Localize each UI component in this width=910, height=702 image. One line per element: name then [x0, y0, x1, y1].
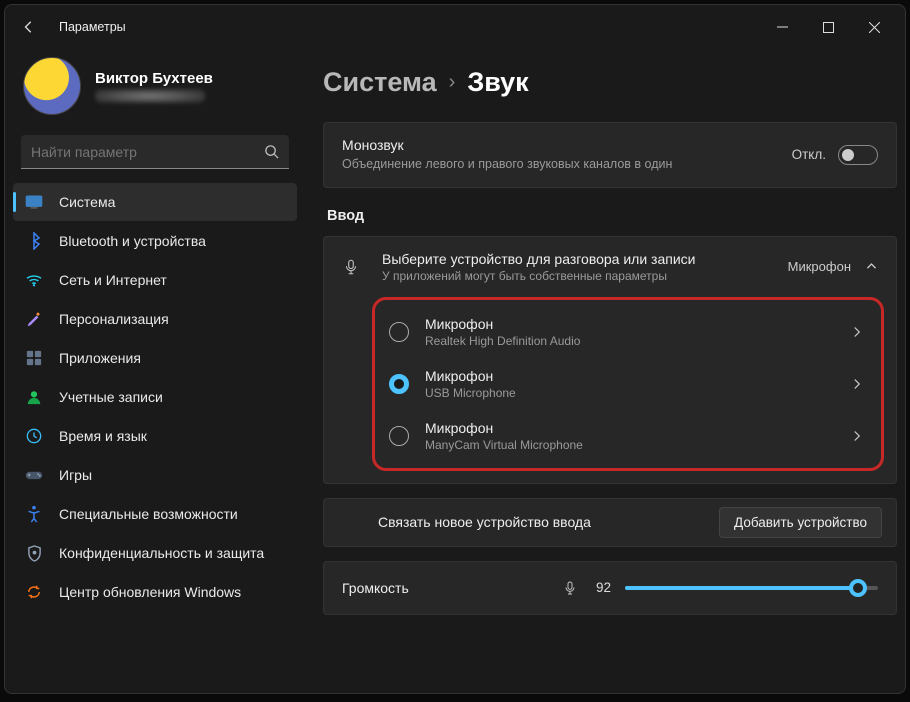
avatar [23, 57, 81, 115]
search-box[interactable] [21, 135, 289, 169]
device-radio[interactable] [389, 322, 409, 342]
sidebar-item-bluetooth[interactable]: Bluetooth и устройства [13, 222, 297, 260]
sidebar-item-time[interactable]: Время и язык [13, 417, 297, 455]
chevron-right-icon[interactable] [851, 326, 863, 338]
microphone-icon [342, 258, 364, 276]
network-icon [25, 271, 43, 289]
choose-input-title: Выберите устройство для разговора или за… [382, 251, 788, 267]
chevron-up-icon [865, 260, 878, 273]
sidebar-item-update[interactable]: Центр обновления Windows [13, 573, 297, 611]
volume-row: Громкость 92 [323, 561, 897, 615]
volume-label: Громкость [342, 580, 562, 596]
mono-audio-card: Монозвук Объединение левого и правого зв… [323, 122, 897, 188]
device-title: Микрофон [425, 420, 851, 436]
window-title: Параметры [59, 20, 126, 34]
bluetooth-icon [25, 232, 43, 250]
sidebar-item-label: Конфиденциальность и защита [59, 545, 264, 561]
privacy-icon [25, 544, 43, 562]
mono-desc: Объединение левого и правого звуковых ка… [342, 156, 682, 173]
maximize-button[interactable] [805, 11, 851, 43]
device-radio[interactable] [389, 374, 409, 394]
slider-thumb[interactable] [849, 579, 867, 597]
profile[interactable]: Виктор Бухтеев [13, 49, 297, 133]
choose-input-header[interactable]: Выберите устройство для разговора или за… [324, 237, 896, 297]
apps-icon [25, 349, 43, 367]
input-device-list: МикрофонRealtek High Definition AudioМик… [372, 297, 884, 471]
back-button[interactable] [13, 11, 45, 43]
sidebar-item-privacy[interactable]: Конфиденциальность и защита [13, 534, 297, 572]
sidebar-item-accounts[interactable]: Учетные записи [13, 378, 297, 416]
sidebar-item-apps[interactable]: Приложения [13, 339, 297, 377]
accessibility-icon [25, 505, 43, 523]
device-title: Микрофон [425, 368, 851, 384]
chevron-right-icon: › [449, 71, 456, 94]
mono-toggle[interactable] [838, 145, 878, 165]
sidebar-item-label: Игры [59, 467, 92, 483]
device-title: Микрофон [425, 316, 851, 332]
input-device-row[interactable]: Микрофон USB Microphone [375, 358, 881, 410]
choose-input-sub: У приложений могут быть собственные пара… [382, 269, 788, 283]
sidebar-item-label: Центр обновления Windows [59, 584, 241, 600]
sidebar: Виктор Бухтеев Система Bluetooth и устрой… [5, 49, 305, 693]
input-device-row[interactable]: Микрофон ManyCam Virtual Microphone [375, 410, 881, 462]
sidebar-item-network[interactable]: Сеть и Интернет [13, 261, 297, 299]
sidebar-item-label: Сеть и Интернет [59, 272, 167, 288]
titlebar: Параметры [5, 5, 905, 49]
microphone-icon [562, 580, 578, 596]
add-device-button[interactable]: Добавить устройство [719, 507, 882, 538]
sidebar-item-label: Учетные записи [59, 389, 163, 405]
device-subtitle: Realtek High Definition Audio [425, 334, 851, 348]
update-icon [25, 583, 43, 601]
input-section-label: Ввод [327, 208, 897, 224]
nav-list: Система Bluetooth и устройства Сеть и Инте… [13, 183, 297, 611]
volume-slider[interactable] [625, 586, 878, 590]
sidebar-item-label: Персонализация [59, 311, 169, 327]
sidebar-item-system[interactable]: Система [13, 183, 297, 221]
input-device-row[interactable]: Микрофон Realtek High Definition Audio [375, 306, 881, 358]
search-input[interactable] [31, 144, 264, 160]
profile-name: Виктор Бухтеев [95, 70, 213, 87]
breadcrumb: Система › Звук [323, 67, 897, 98]
time-icon [25, 427, 43, 445]
mono-state-label: Откл. [792, 147, 826, 162]
device-subtitle: ManyCam Virtual Microphone [425, 438, 851, 452]
system-icon [25, 193, 43, 211]
current-input-value: Микрофон [788, 259, 851, 274]
gaming-icon [25, 466, 43, 484]
sidebar-item-label: Bluetooth и устройства [59, 233, 206, 249]
pair-label: Связать новое устройство ввода [378, 514, 719, 530]
device-subtitle: USB Microphone [425, 386, 851, 400]
input-device-panel: Выберите устройство для разговора или за… [323, 236, 897, 484]
sidebar-item-accessibility[interactable]: Специальные возможности [13, 495, 297, 533]
sidebar-item-label: Время и язык [59, 428, 147, 444]
sidebar-item-label: Приложения [59, 350, 141, 366]
volume-value: 92 [596, 580, 611, 595]
accounts-icon [25, 388, 43, 406]
sidebar-item-gaming[interactable]: Игры [13, 456, 297, 494]
device-radio[interactable] [389, 426, 409, 446]
personalize-icon [25, 310, 43, 328]
profile-email-blur [95, 89, 205, 103]
pair-device-row: Связать новое устройство ввода Добавить … [323, 498, 897, 547]
breadcrumb-parent[interactable]: Система [323, 67, 437, 98]
sidebar-item-label: Специальные возможности [59, 506, 238, 522]
minimize-button[interactable] [759, 11, 805, 43]
sidebar-item-personalize[interactable]: Персонализация [13, 300, 297, 338]
main-content: Система › Звук Монозвук Объединение лево… [305, 49, 905, 693]
mono-title: Монозвук [342, 137, 792, 153]
chevron-right-icon[interactable] [851, 430, 863, 442]
close-button[interactable] [851, 11, 897, 43]
breadcrumb-current: Звук [467, 67, 528, 98]
sidebar-item-label: Система [59, 194, 115, 210]
search-icon [264, 144, 279, 159]
chevron-right-icon[interactable] [851, 378, 863, 390]
